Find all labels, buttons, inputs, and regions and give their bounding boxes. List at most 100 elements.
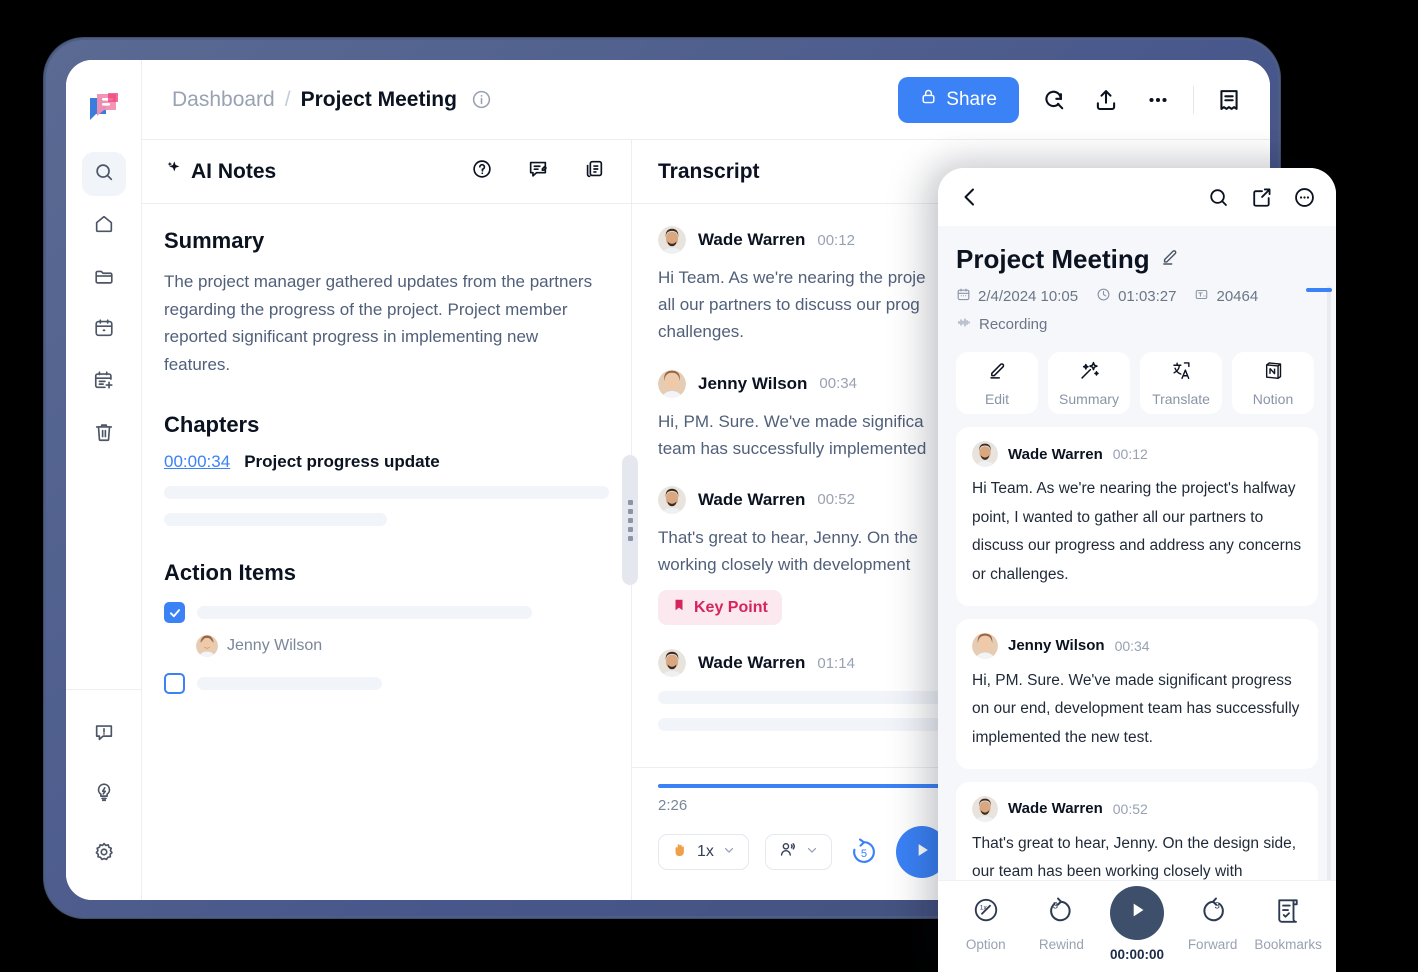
mobile-card-time[interactable]: 00:12	[1113, 446, 1148, 462]
ai-notes-title-group: AI Notes	[164, 159, 276, 184]
action-item-row[interactable]	[164, 673, 609, 695]
chip-translate-label: Translate	[1152, 390, 1210, 407]
mobile-meeting-title: Project Meeting	[956, 244, 1150, 274]
ellipsis-icon[interactable]	[1141, 83, 1175, 117]
search-icon[interactable]	[1207, 186, 1230, 209]
ai-notes-panel: AI Notes Summary The project manager gat…	[142, 140, 632, 900]
player-bookmarks-button[interactable]: Bookmarks	[1253, 895, 1323, 952]
chevron-down-icon	[722, 843, 736, 862]
copy-icon[interactable]	[583, 158, 605, 185]
key-point-badge[interactable]: Key Point	[658, 590, 782, 626]
speed-1x-icon: 1x	[971, 895, 1001, 930]
mobile-card-head: Jenny Wilson 00:34	[972, 632, 1302, 659]
sidebar-item-feedback[interactable]	[82, 712, 126, 756]
mobile-duration-value: 01:03:27	[1118, 288, 1177, 305]
top-bar: Dashboard / Project Meeting Share	[142, 60, 1270, 140]
calendar-icon	[93, 317, 115, 344]
chip-summary[interactable]: Summary	[1048, 352, 1130, 414]
share-button[interactable]: Share	[898, 76, 1019, 123]
player-play-button[interactable]: 00:00:00	[1102, 885, 1172, 962]
bookmark-icon	[672, 597, 686, 618]
chevron-left-icon[interactable]	[958, 185, 982, 209]
transcript-timestamp[interactable]: 01:14	[817, 655, 855, 672]
app-logo-icon	[84, 86, 124, 126]
forward-3-icon: 3	[1198, 895, 1228, 930]
action-items-heading: Action Items	[164, 560, 297, 586]
chip-notion[interactable]: Notion	[1232, 352, 1314, 414]
player-forward-button[interactable]: 3 Forward	[1178, 895, 1248, 952]
page-title: Project Meeting	[300, 87, 457, 111]
message-alert-icon	[93, 721, 115, 748]
mobile-card-time[interactable]: 00:52	[1113, 801, 1148, 817]
toolbar-divider	[1193, 85, 1194, 114]
sidebar-item-folder[interactable]	[82, 256, 126, 300]
transcript-timestamp[interactable]: 00:52	[817, 491, 855, 508]
svg-text:3: 3	[1214, 901, 1219, 912]
mobile-transcript-card[interactable]: Wade Warren 00:12 Hi Team. As we're near…	[956, 427, 1318, 606]
svg-text:1x: 1x	[980, 905, 988, 912]
player-option-button[interactable]: 1x Option	[951, 895, 1021, 952]
mobile-card-text: That's great to hear, Jenny. On the desi…	[972, 834, 1297, 880]
sidebar-item-calendar-add[interactable]	[82, 360, 126, 404]
avatar	[196, 635, 218, 658]
transcript-timestamp[interactable]: 00:12	[817, 232, 855, 249]
action-item-checkbox-checked[interactable]	[164, 602, 185, 624]
speakers-icon	[778, 840, 797, 864]
avatar	[972, 632, 998, 659]
trash-icon	[93, 421, 115, 448]
ellipsis-circle-icon[interactable]	[1293, 186, 1316, 209]
chapter-timestamp[interactable]: 00:00:34	[164, 452, 230, 472]
gear-icon	[93, 841, 115, 868]
mobile-transcript-card[interactable]: Jenny Wilson 00:34 Hi, PM. Sure. We've m…	[956, 618, 1318, 769]
sidebar-item-search[interactable]	[81, 152, 126, 196]
mobile-transcript-card[interactable]: Wade Warren 00:52 That's great to hear, …	[956, 781, 1318, 880]
hand-icon	[671, 841, 689, 864]
sidebar-nav	[81, 152, 126, 456]
receipt-icon[interactable]	[1212, 83, 1246, 117]
player-forward-label: Forward	[1187, 937, 1238, 952]
lock-icon	[920, 88, 937, 111]
summary-heading: Summary	[164, 228, 265, 253]
question-circle-icon[interactable]	[471, 158, 493, 185]
info-circle-icon[interactable]	[471, 89, 492, 110]
handle-dot	[627, 508, 633, 514]
mobile-scroll-area[interactable]: Project Meeting 2/4/2024 10:05 01:03:27 …	[938, 226, 1336, 880]
player-option-label: Option	[965, 937, 1006, 952]
chip-edit[interactable]: Edit	[956, 352, 1038, 414]
sidebar-item-home[interactable]	[82, 204, 126, 248]
transcript-timestamp[interactable]: 00:34	[819, 375, 857, 392]
action-item-row[interactable]	[164, 602, 609, 624]
play-icon	[912, 840, 932, 865]
sidebar-item-settings[interactable]	[82, 832, 126, 876]
playback-speed-select[interactable]: 1x	[658, 834, 749, 870]
action-item-checkbox-unchecked[interactable]	[164, 673, 185, 695]
sidebar-item-calendar[interactable]	[82, 308, 126, 352]
pencil-icon[interactable]	[1160, 247, 1180, 272]
breadcrumb-dashboard[interactable]: Dashboard	[172, 88, 275, 112]
avatar	[658, 649, 686, 678]
edit-square-icon[interactable]	[1250, 186, 1273, 209]
chip-edit-label: Edit	[984, 390, 1010, 407]
pane-resize-handle[interactable]	[622, 455, 638, 585]
mobile-meta-words: 20464	[1194, 287, 1258, 306]
notion-icon	[1263, 360, 1284, 386]
sidebar-item-trash[interactable]	[82, 412, 126, 456]
mobile-card-head: Wade Warren 00:52	[972, 795, 1302, 822]
chapter-row[interactable]: 00:00:34 Project progress update	[164, 452, 609, 472]
mobile-card-time[interactable]: 00:34	[1115, 638, 1150, 654]
sidebar-item-tips[interactable]	[82, 772, 126, 816]
play-button-circle[interactable]	[1109, 885, 1164, 940]
mobile-scrollbar-track[interactable]	[1327, 286, 1331, 880]
player-rewind-label: Rewind	[1038, 937, 1084, 952]
message-edit-icon[interactable]	[527, 158, 549, 185]
search-refresh-icon[interactable]	[1037, 83, 1071, 117]
player-rewind-button[interactable]: 3 Rewind	[1026, 895, 1096, 952]
rewind-5-icon[interactable]: 5	[848, 836, 880, 868]
mobile-words-value: 20464	[1216, 288, 1259, 305]
chip-translate[interactable]: Translate	[1140, 352, 1222, 414]
mobile-status-row: Recording	[956, 315, 1318, 334]
mobile-meta-duration: 01:03:27	[1096, 287, 1176, 306]
upload-icon[interactable]	[1089, 83, 1123, 117]
speaker-select[interactable]	[764, 834, 832, 870]
mobile-scrollbar-thumb[interactable]	[1306, 288, 1332, 292]
